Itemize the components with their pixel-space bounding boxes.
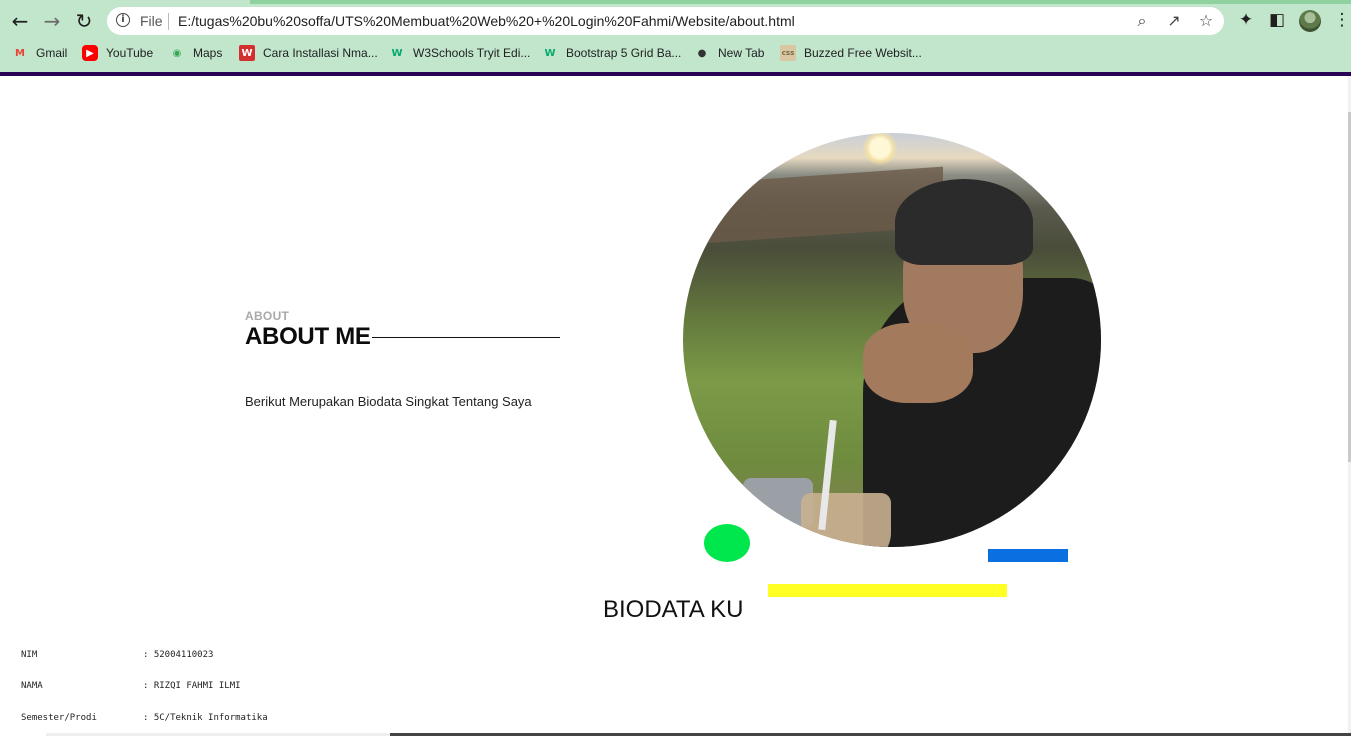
biodata-row-nama: NAMA : RIZQI FAHMI ILMI xyxy=(21,681,241,691)
heading-underline xyxy=(372,337,560,338)
w3schools-icon: W xyxy=(391,47,403,59)
bookmark-maps[interactable]: ◉ Maps xyxy=(169,42,223,64)
bookmark-label: W3Schools Tryit Edi... xyxy=(413,46,531,60)
biodata-key: NIM xyxy=(21,650,38,660)
zoom-icon[interactable]: ⌕ xyxy=(1132,11,1152,31)
biodata-row-semester: Semester/Prodi : 5C/Teknik Informatika xyxy=(21,713,268,723)
bookmarks-bar: M Gmail ▶ YouTube ◉ Maps W Cara Installa… xyxy=(0,42,1351,64)
decor-yellow-bar xyxy=(768,584,1007,597)
profile-photo xyxy=(683,133,1101,547)
gmail-icon: M xyxy=(15,47,25,59)
w3schools-icon: W xyxy=(544,47,556,59)
bookmark-label: Buzzed Free Websit... xyxy=(804,46,922,60)
bookmark-label: New Tab xyxy=(718,46,765,60)
wa-icon: W xyxy=(239,45,255,61)
biodata-key: Semester/Prodi xyxy=(21,713,97,723)
share-icon[interactable]: ↗ xyxy=(1164,11,1184,31)
active-tab-indicator xyxy=(250,0,1351,4)
decor-green-circle xyxy=(704,524,750,562)
menu-kebab-icon[interactable]: ⋮ xyxy=(1330,8,1351,32)
photo-cup xyxy=(801,493,891,547)
bookmark-cara-installasi[interactable]: W Cara Installasi Nma... xyxy=(239,42,378,64)
extensions-puzzle-icon[interactable]: ✦ xyxy=(1234,8,1258,32)
address-bar[interactable]: i File E:/tugas%20bu%20soffa/UTS%20Membu… xyxy=(107,7,1224,35)
url-scheme-label: File xyxy=(140,13,163,29)
about-description: Berikut Merupakan Biodata Singkat Tentan… xyxy=(245,394,532,409)
url-text[interactable]: E:/tugas%20bu%20soffa/UTS%20Membuat%20We… xyxy=(178,13,795,29)
css-icon: css xyxy=(780,45,796,61)
site-info-icon[interactable]: i xyxy=(116,13,130,27)
url-separator xyxy=(168,13,169,30)
bookmark-label: Gmail xyxy=(36,46,68,60)
bookmark-youtube[interactable]: ▶ YouTube xyxy=(82,42,153,64)
reload-icon[interactable]: ↻ xyxy=(71,8,97,34)
bookmark-label: YouTube xyxy=(106,46,154,60)
globe-icon: ● xyxy=(697,47,707,59)
photo-sun xyxy=(863,133,897,165)
biodata-row-nim: NIM : 52004110023 xyxy=(21,650,213,660)
bookmark-buzzed[interactable]: css Buzzed Free Websit... xyxy=(780,42,922,64)
bookmark-new-tab[interactable]: ● New Tab xyxy=(694,42,765,64)
bookmark-bootstrap-grid[interactable]: W Bootstrap 5 Grid Ba... xyxy=(542,42,681,64)
bookmark-star-icon[interactable]: ☆ xyxy=(1196,11,1216,31)
photo-hands xyxy=(863,323,973,403)
maps-icon: ◉ xyxy=(172,47,182,59)
decor-blue-bar xyxy=(988,549,1068,562)
biodata-value: : RIZQI FAHMI ILMI xyxy=(143,681,241,691)
bookmark-gmail[interactable]: M Gmail xyxy=(12,42,67,64)
bookmark-w3schools-tryit[interactable]: W W3Schools Tryit Edi... xyxy=(389,42,530,64)
back-arrow-icon[interactable]: ← xyxy=(7,8,33,34)
youtube-icon: ▶ xyxy=(82,45,98,61)
bookmark-label: Cara Installasi Nma... xyxy=(263,46,378,60)
biodata-key: NAMA xyxy=(21,681,43,691)
tab-strip xyxy=(0,0,1351,4)
biodata-heading: BIODATA KU xyxy=(603,596,744,623)
forward-arrow-icon[interactable]: → xyxy=(39,8,65,34)
photo-beanie xyxy=(895,179,1033,265)
biodata-value: : 52004110023 xyxy=(143,650,214,660)
bookmark-label: Maps xyxy=(193,46,223,60)
bookmark-label: Bootstrap 5 Grid Ba... xyxy=(566,46,682,60)
navbar-accent-bar xyxy=(0,72,1351,76)
biodata-value: : 5C/Teknik Informatika xyxy=(143,713,268,723)
about-eyebrow: ABOUT xyxy=(245,309,290,323)
profile-avatar[interactable] xyxy=(1299,10,1321,32)
about-heading: ABOUT ME xyxy=(245,323,371,350)
browser-chrome: ← → ↻ i File E:/tugas%20bu%20soffa/UTS%2… xyxy=(0,0,1351,72)
side-panel-icon[interactable]: ◧ xyxy=(1265,8,1289,32)
